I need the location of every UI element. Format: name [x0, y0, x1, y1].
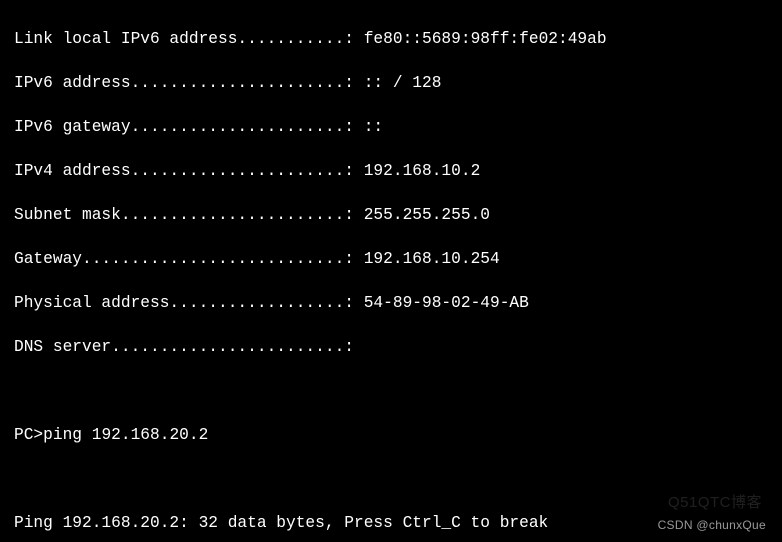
field-value: 192.168.10.2 — [364, 162, 481, 180]
ipconfig-line: Physical address..................: 54-8… — [14, 292, 778, 314]
field-value: :: / 128 — [364, 74, 442, 92]
field-value: 192.168.10.254 — [364, 250, 500, 268]
prompt-line[interactable]: PC>ping 192.168.20.2 — [14, 424, 778, 446]
field-label: Subnet mask.......................: — [14, 206, 364, 224]
ipconfig-line: Gateway...........................: 192.… — [14, 248, 778, 270]
prompt-command: ping 192.168.20.2 — [43, 426, 208, 444]
blank-line — [14, 380, 778, 402]
field-value: 255.255.255.0 — [364, 206, 490, 224]
field-label: DNS server........................: — [14, 338, 354, 356]
ipconfig-line: IPv6 address......................: :: /… — [14, 72, 778, 94]
ipconfig-line: Link local IPv6 address...........: fe80… — [14, 28, 778, 50]
ipconfig-line: IPv4 address......................: 192.… — [14, 160, 778, 182]
watermark-faint: Q51QTC博客 — [668, 492, 762, 514]
field-value: fe80::5689:98ff:fe02:49ab — [364, 30, 607, 48]
terminal-window[interactable]: Link local IPv6 address...........: fe80… — [0, 0, 782, 542]
field-value: 54-89-98-02-49-AB — [364, 294, 529, 312]
ipconfig-line: IPv6 gateway......................: :: — [14, 116, 778, 138]
ipconfig-line: DNS server........................: — [14, 336, 778, 358]
field-label: Physical address..................: — [14, 294, 364, 312]
watermark: CSDN @chunxQue — [658, 514, 766, 536]
field-value: :: — [364, 118, 383, 136]
ipconfig-line: Subnet mask.......................: 255.… — [14, 204, 778, 226]
field-label: IPv4 address......................: — [14, 162, 364, 180]
field-label: IPv6 gateway......................: — [14, 118, 364, 136]
prompt-ps: PC> — [14, 426, 43, 444]
field-label: Link local IPv6 address...........: — [14, 30, 364, 48]
field-label: Gateway...........................: — [14, 250, 364, 268]
field-label: IPv6 address......................: — [14, 74, 364, 92]
blank-line — [14, 468, 778, 490]
